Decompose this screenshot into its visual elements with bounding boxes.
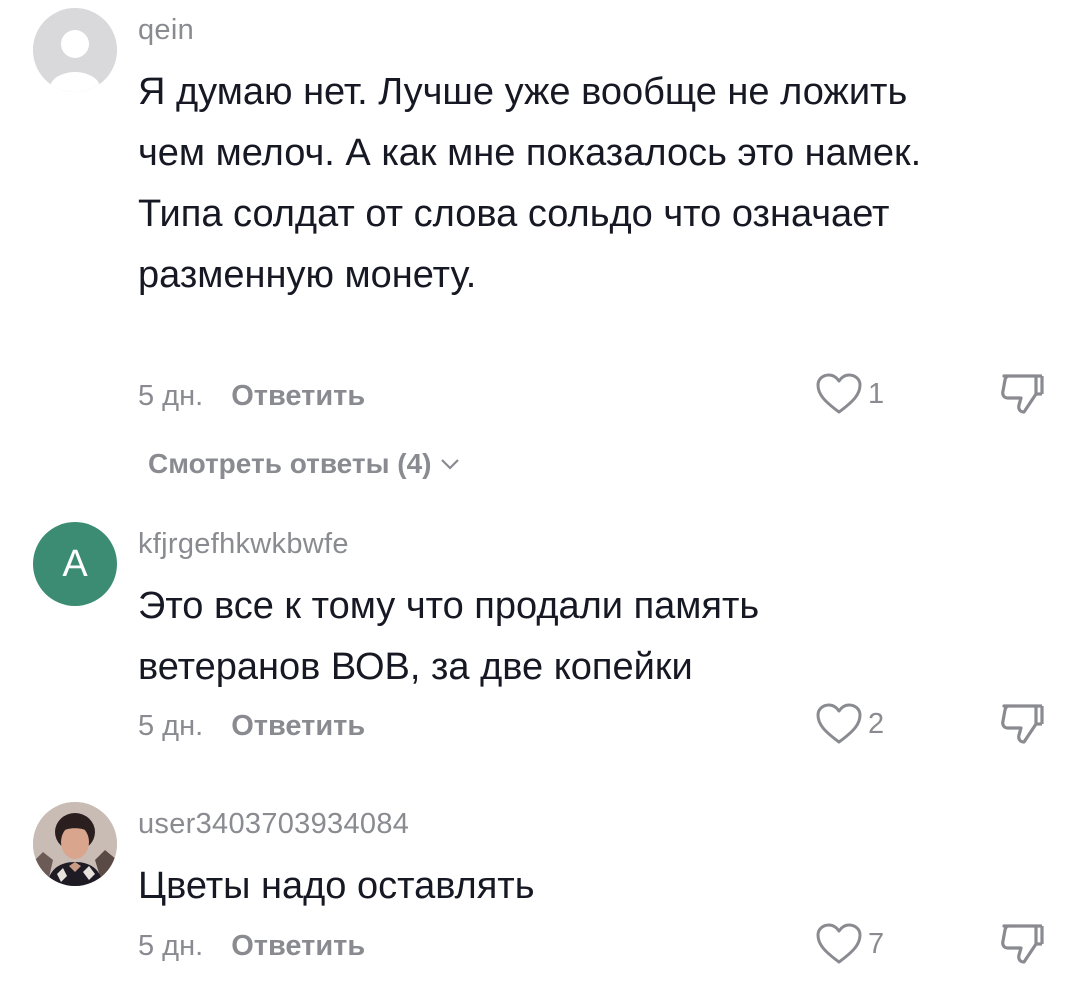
dislike-button[interactable] — [998, 922, 1046, 966]
comment-username[interactable]: kfjrgefhkwkbwfe — [138, 528, 349, 561]
like-count: 1 — [868, 377, 885, 410]
comment-text: Цветы надо оставлять — [138, 865, 535, 907]
like-count: 2 — [868, 707, 885, 740]
like-button[interactable]: 7 — [814, 922, 884, 966]
comment-meta: 5 дн. Ответить — [138, 930, 365, 963]
comment-time: 5 дн. — [138, 930, 204, 962]
like-count: 7 — [868, 927, 885, 960]
dislike-button[interactable] — [998, 372, 1046, 416]
user-silhouette-icon — [33, 8, 117, 92]
like-button[interactable]: 2 — [814, 702, 884, 746]
default-avatar[interactable] — [33, 8, 117, 92]
thumbs-down-icon — [1001, 374, 1044, 414]
comment-meta: 5 дн. Ответить — [138, 710, 365, 743]
view-replies-button[interactable]: Смотреть ответы (4) — [148, 448, 460, 480]
comment-time: 5 дн. — [138, 380, 204, 412]
heart-icon — [816, 923, 862, 964]
heart-icon — [816, 703, 862, 744]
comment-meta: 5 дн. Ответить — [138, 380, 365, 413]
profile-photo-icon — [33, 802, 117, 886]
dislike-button[interactable] — [998, 702, 1046, 746]
thumbs-down-icon — [1001, 924, 1044, 964]
reply-button[interactable]: Ответить — [231, 380, 365, 413]
reply-button[interactable]: Ответить — [231, 710, 365, 743]
comment-time: 5 дн. — [138, 710, 204, 742]
comment-text: Это все к тому что продали память ветера… — [138, 585, 760, 688]
chevron-down-icon — [440, 459, 459, 470]
comment-username[interactable]: qein — [138, 14, 194, 47]
reply-button[interactable]: Ответить — [231, 930, 365, 963]
comment-text: Я думаю нет. Лучше уже вообще не ложить … — [138, 71, 922, 296]
letter-avatar[interactable]: A — [33, 522, 117, 606]
like-button[interactable]: 1 — [814, 372, 884, 416]
view-replies-label: Смотреть ответы (4) — [148, 448, 432, 479]
comment-username[interactable]: user3403703934084 — [138, 808, 409, 841]
heart-icon — [816, 373, 862, 414]
photo-avatar[interactable] — [33, 802, 117, 886]
thumbs-down-icon — [1001, 704, 1044, 744]
